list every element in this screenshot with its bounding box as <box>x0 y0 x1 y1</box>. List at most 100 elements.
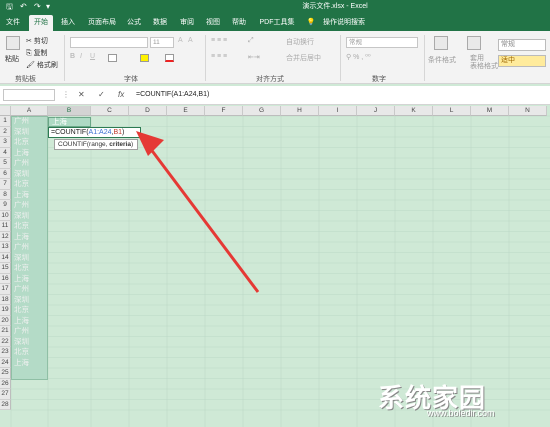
cell-a9[interactable]: 广州 <box>11 200 48 211</box>
cell-a24[interactable]: 上海 <box>11 358 48 369</box>
merge-center-button[interactable]: 合并后居中 <box>286 53 321 63</box>
wrap-text-button[interactable]: 自动换行 <box>286 37 314 47</box>
row-header-20[interactable]: 20 <box>0 315 11 326</box>
column-header-b[interactable]: B <box>48 106 91 116</box>
row-header-19[interactable]: 19 <box>0 305 11 316</box>
orientation-icon[interactable]: ⤢ <box>248 37 254 45</box>
row-header-11[interactable]: 11 <box>0 221 11 232</box>
insert-function-icon[interactable]: fx <box>118 90 124 99</box>
row-header-7[interactable]: 7 <box>0 179 11 190</box>
column-header-g[interactable]: G <box>243 106 281 116</box>
paste-icon[interactable] <box>6 36 20 50</box>
align-top-icon[interactable]: ≡ ≡ ≡ <box>211 37 227 44</box>
cell-a10[interactable]: 深圳 <box>11 211 48 222</box>
cell-a1[interactable]: 广州 <box>11 116 48 127</box>
row-header-23[interactable]: 23 <box>0 347 11 358</box>
column-header-a[interactable]: A <box>11 106 48 116</box>
underline-icon[interactable]: U <box>90 53 95 60</box>
cell-a16[interactable]: 上海 <box>11 274 48 285</box>
table-format-icon[interactable] <box>467 36 481 50</box>
cell-b2-editing[interactable]: =COUNTIF(A1:A24,B1) <box>48 127 141 138</box>
tab-file[interactable]: 文件 <box>3 15 23 31</box>
fill-color-icon[interactable] <box>140 54 149 62</box>
row-header-13[interactable]: 13 <box>0 242 11 253</box>
paste-button-label[interactable]: 粘贴 <box>5 54 19 64</box>
tab-page-layout[interactable]: 页面布局 <box>85 15 119 31</box>
bold-icon[interactable]: B <box>70 53 75 60</box>
table-format-label[interactable]: 套用 表格格式 <box>470 55 498 71</box>
column-header-k[interactable]: K <box>395 106 433 116</box>
row-header-26[interactable]: 26 <box>0 378 11 389</box>
row-header-9[interactable]: 9 <box>0 200 11 211</box>
row-header-21[interactable]: 21 <box>0 326 11 337</box>
grow-font-icon[interactable]: A <box>178 37 183 44</box>
name-box[interactable] <box>3 89 55 101</box>
conditional-format-label[interactable]: 条件格式 <box>428 55 456 65</box>
cell-a19[interactable]: 北京 <box>11 305 48 316</box>
row-header-3[interactable]: 3 <box>0 137 11 148</box>
cell-a4[interactable]: 上海 <box>11 148 48 159</box>
cell-a8[interactable]: 上海 <box>11 190 48 201</box>
row-header-25[interactable]: 25 <box>0 368 11 379</box>
align-left-icon[interactable]: ≡ ≡ ≡ <box>211 53 227 60</box>
copy-button[interactable]: ⎘ 复制 <box>26 48 48 58</box>
number-format-combo[interactable]: 常规 <box>346 37 418 48</box>
row-header-16[interactable]: 16 <box>0 273 11 284</box>
cell-a15[interactable]: 北京 <box>11 263 48 274</box>
column-header-i[interactable]: I <box>319 106 357 116</box>
column-header-j[interactable]: J <box>357 106 395 116</box>
tab-formulas[interactable]: 公式 <box>124 15 144 31</box>
row-header-17[interactable]: 17 <box>0 284 11 295</box>
column-header-l[interactable]: L <box>433 106 471 116</box>
row-header-12[interactable]: 12 <box>0 231 11 242</box>
cut-button[interactable]: ✂ 剪切 <box>26 36 48 46</box>
tab-help[interactable]: 帮助 <box>229 15 249 31</box>
cell-a20[interactable]: 上海 <box>11 316 48 327</box>
format-painter-button[interactable]: 🖌 格式刷 <box>26 60 58 70</box>
cell-a21[interactable]: 广州 <box>11 326 48 337</box>
formula-input[interactable]: =COUNTIF(A1:A24,B1) <box>136 89 209 101</box>
font-size-combo[interactable]: 11 <box>150 37 174 48</box>
cell-a14[interactable]: 深圳 <box>11 253 48 264</box>
shrink-font-icon[interactable]: A <box>188 37 193 44</box>
cell-a23[interactable]: 北京 <box>11 347 48 358</box>
style-neutral[interactable]: 适中 <box>498 55 546 67</box>
row-header-14[interactable]: 14 <box>0 252 11 263</box>
cell-a22[interactable]: 深圳 <box>11 337 48 348</box>
tab-view[interactable]: 视图 <box>203 15 223 31</box>
column-header-c[interactable]: C <box>91 106 129 116</box>
cell-a6[interactable]: 深圳 <box>11 169 48 180</box>
cell-a3[interactable]: 北京 <box>11 137 48 148</box>
font-color-icon[interactable] <box>165 54 174 62</box>
row-header-6[interactable]: 6 <box>0 168 11 179</box>
cell-a13[interactable]: 广州 <box>11 242 48 253</box>
column-header-d[interactable]: D <box>129 106 167 116</box>
tab-pdf-tools[interactable]: PDF工具集 <box>256 15 298 31</box>
tab-home[interactable]: 开始 <box>29 15 53 31</box>
cell-a12[interactable]: 上海 <box>11 232 48 243</box>
row-header-1[interactable]: 1 <box>0 116 11 127</box>
row-header-22[interactable]: 22 <box>0 336 11 347</box>
tab-review[interactable]: 审阅 <box>177 15 197 31</box>
enter-icon[interactable]: ✓ <box>98 90 105 99</box>
font-name-combo[interactable] <box>70 37 148 48</box>
tab-data[interactable]: 数据 <box>150 15 170 31</box>
cell-a7[interactable]: 北京 <box>11 179 48 190</box>
indent-icon[interactable]: ⇤⇥ <box>248 53 260 61</box>
border-icon[interactable] <box>108 54 117 62</box>
row-header-18[interactable]: 18 <box>0 294 11 305</box>
conditional-format-icon[interactable] <box>434 36 448 50</box>
row-header-10[interactable]: 10 <box>0 210 11 221</box>
style-normal[interactable]: 常规 <box>498 39 546 51</box>
currency-icon[interactable]: ⚲ % , ⁰⁰ <box>346 53 371 61</box>
row-header-27[interactable]: 27 <box>0 389 11 400</box>
cell-a5[interactable]: 广州 <box>11 158 48 169</box>
column-header-n[interactable]: N <box>509 106 547 116</box>
row-header-4[interactable]: 4 <box>0 147 11 158</box>
column-header-f[interactable]: F <box>205 106 243 116</box>
tell-me-search[interactable]: 操作说明搜索 <box>319 15 369 31</box>
cell-a18[interactable]: 深圳 <box>11 295 48 306</box>
column-header-m[interactable]: M <box>471 106 509 116</box>
italic-icon[interactable]: I <box>80 53 82 60</box>
row-header-5[interactable]: 5 <box>0 158 11 169</box>
